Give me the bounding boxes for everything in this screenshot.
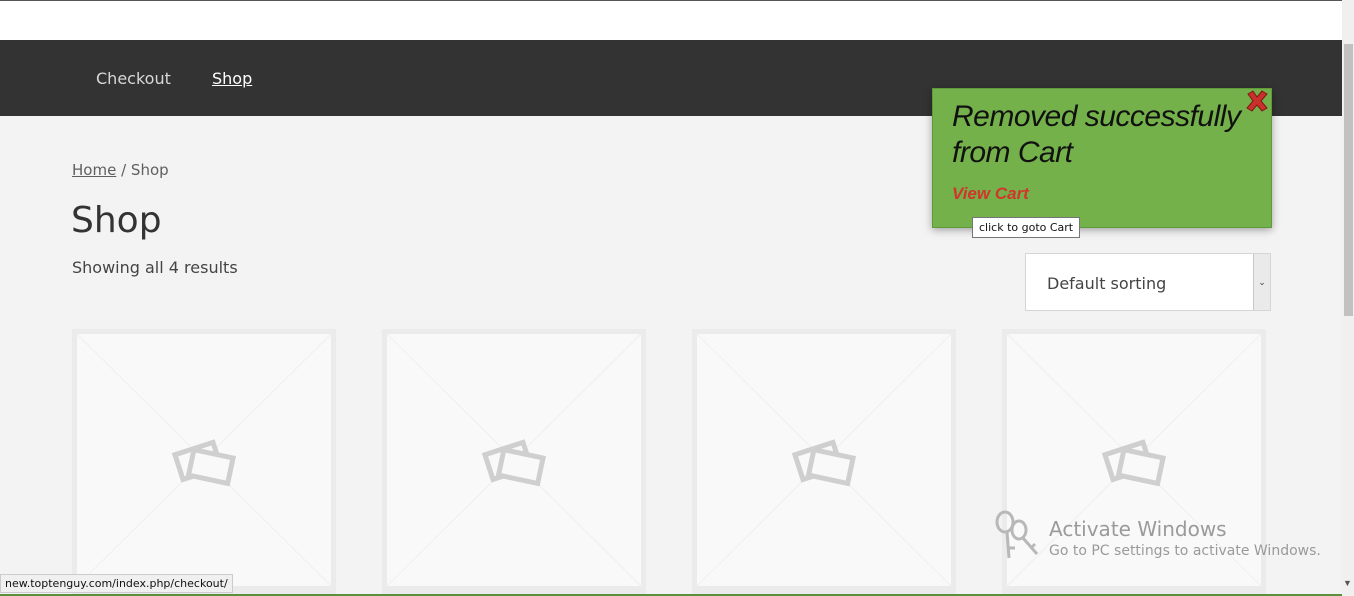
sort-select[interactable]: Default sorting ⌄: [1025, 253, 1271, 311]
breadcrumb-current: Shop: [130, 161, 169, 179]
placeholder-image[interactable]: [697, 334, 951, 586]
close-icon[interactable]: [1244, 88, 1270, 114]
tooltip: click to goto Cart: [972, 217, 1081, 238]
placeholder-image[interactable]: [387, 334, 641, 586]
sort-selected-value: Default sorting: [1047, 274, 1167, 293]
breadcrumb: Home / Shop: [72, 161, 169, 179]
scroll-down-arrow-icon[interactable]: ▼: [1343, 578, 1352, 588]
notification-message: Removed successfully from Cart: [952, 100, 1241, 169]
page-title: Shop: [71, 200, 162, 241]
placeholder-image-icon: [77, 334, 331, 586]
status-bar-url: new.toptenguy.com/index.php/checkout/: [0, 574, 233, 593]
key-icon: [995, 510, 1039, 559]
browser-top-area: [0, 0, 1342, 40]
nav-item-shop[interactable]: Shop: [212, 69, 252, 88]
activate-windows-subtitle: Go to PC settings to activate Windows.: [1049, 543, 1321, 559]
placeholder-image-icon: [697, 334, 951, 586]
placeholder-image[interactable]: [77, 334, 331, 586]
chevron-down-icon[interactable]: ⌄: [1253, 254, 1270, 310]
scrollbar-thumb[interactable]: [1344, 44, 1353, 316]
vertical-scrollbar[interactable]: ▼: [1342, 0, 1354, 596]
cart-notification: Removed successfully from Cart View Cart: [932, 88, 1272, 228]
activate-windows-watermark: Activate Windows Go to PC settings to ac…: [995, 510, 1325, 570]
nav-item-checkout[interactable]: Checkout: [96, 69, 171, 88]
product-card[interactable]: [692, 329, 956, 596]
activate-windows-title: Activate Windows: [1049, 517, 1227, 541]
view-cart-link[interactable]: View Cart: [952, 184, 1029, 204]
product-card[interactable]: [72, 329, 336, 596]
product-card[interactable]: [382, 329, 646, 596]
breadcrumb-separator: /: [121, 161, 127, 179]
result-count: Showing all 4 results: [72, 258, 238, 277]
breadcrumb-home-link[interactable]: Home: [72, 161, 116, 179]
placeholder-image-icon: [387, 334, 641, 586]
